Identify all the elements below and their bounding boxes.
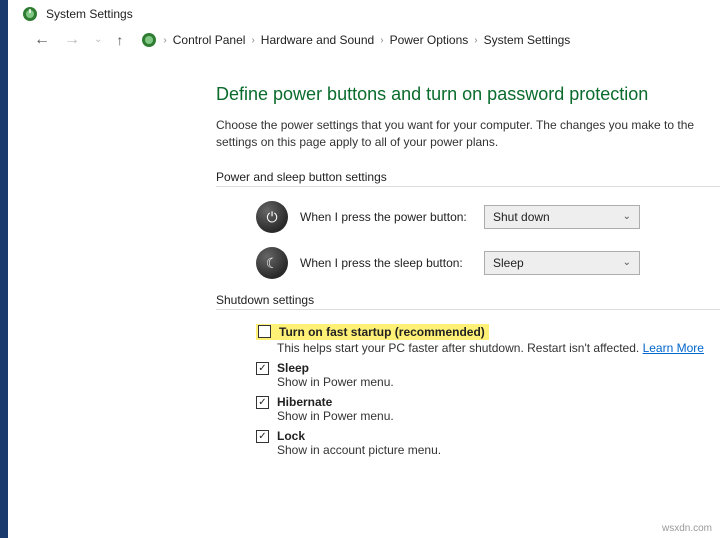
sleep-button-row: ☾ When I press the sleep button: Sleep ⌄	[256, 247, 720, 279]
sleep-icon: ☾	[256, 247, 288, 279]
power-options-icon	[22, 6, 38, 22]
breadcrumb: › Control Panel › Hardware and Sound › P…	[141, 32, 570, 48]
chevron-right-icon: ›	[474, 35, 477, 46]
checkbox-sub: Show in Power menu.	[277, 375, 720, 389]
chevron-right-icon: ›	[163, 35, 166, 46]
content-area: Define power buttons and turn on passwor…	[0, 54, 720, 457]
sleep-button-label: When I press the sleep button:	[300, 256, 472, 270]
title-bar: System Settings	[0, 0, 720, 26]
power-button-label: When I press the power button:	[300, 210, 472, 224]
up-button[interactable]: ↑	[116, 32, 123, 48]
window-edge	[0, 0, 8, 538]
breadcrumb-item[interactable]: Hardware and Sound	[261, 33, 374, 47]
breadcrumb-item[interactable]: System Settings	[484, 33, 571, 47]
page-subtext: Choose the power settings that you want …	[216, 117, 720, 152]
power-options-icon	[141, 32, 157, 48]
shutdown-item-hibernate: ✓ Hibernate Show in Power menu.	[256, 395, 720, 423]
nav-bar: ← → ⌄ ↑ › Control Panel › Hardware and S…	[0, 26, 720, 54]
back-button[interactable]: ←	[34, 32, 50, 48]
separator	[216, 186, 720, 187]
breadcrumb-item[interactable]: Power Options	[390, 33, 469, 47]
checkbox-lock[interactable]: ✓	[256, 430, 269, 443]
select-value: Sleep	[493, 256, 524, 270]
checkbox-label: Hibernate	[277, 395, 332, 409]
chevron-down-icon: ⌄	[623, 211, 631, 222]
learn-more-link[interactable]: Learn More	[643, 341, 704, 355]
shutdown-item-fast-startup: Turn on fast startup (recommended) This …	[256, 324, 720, 356]
breadcrumb-item[interactable]: Control Panel	[173, 33, 246, 47]
chevron-right-icon: ›	[251, 35, 254, 46]
checkbox-hibernate[interactable]: ✓	[256, 396, 269, 409]
checkbox-sub: Show in account picture menu.	[277, 443, 720, 457]
chevron-down-icon: ⌄	[623, 257, 631, 268]
separator	[216, 309, 720, 310]
checkbox-label: Sleep	[277, 361, 309, 375]
power-button-select[interactable]: Shut down ⌄	[484, 205, 640, 229]
page-heading: Define power buttons and turn on passwor…	[216, 84, 720, 105]
chevron-right-icon: ›	[380, 35, 383, 46]
checkbox-sleep[interactable]: ✓	[256, 362, 269, 375]
power-button-row: ⏻ When I press the power button: Shut do…	[256, 201, 720, 233]
section-heading-shutdown: Shutdown settings	[216, 293, 720, 307]
checkbox-label: Lock	[277, 429, 305, 443]
shutdown-item-lock: ✓ Lock Show in account picture menu.	[256, 429, 720, 457]
checkbox-sub: Show in Power menu.	[277, 409, 720, 423]
sleep-button-select[interactable]: Sleep ⌄	[484, 251, 640, 275]
shutdown-item-sleep: ✓ Sleep Show in Power menu.	[256, 361, 720, 389]
select-value: Shut down	[493, 210, 550, 224]
power-icon: ⏻	[256, 201, 288, 233]
recent-dropdown[interactable]: ⌄	[94, 35, 102, 45]
section-heading-buttons: Power and sleep button settings	[216, 170, 720, 184]
window-title: System Settings	[46, 7, 133, 21]
watermark: wsxdn.com	[662, 523, 712, 534]
forward-button: →	[64, 32, 80, 48]
checkbox-fast-startup[interactable]	[258, 325, 271, 338]
checkbox-label: Turn on fast startup (recommended)	[279, 325, 485, 339]
checkbox-sub: This helps start your PC faster after sh…	[277, 341, 720, 355]
